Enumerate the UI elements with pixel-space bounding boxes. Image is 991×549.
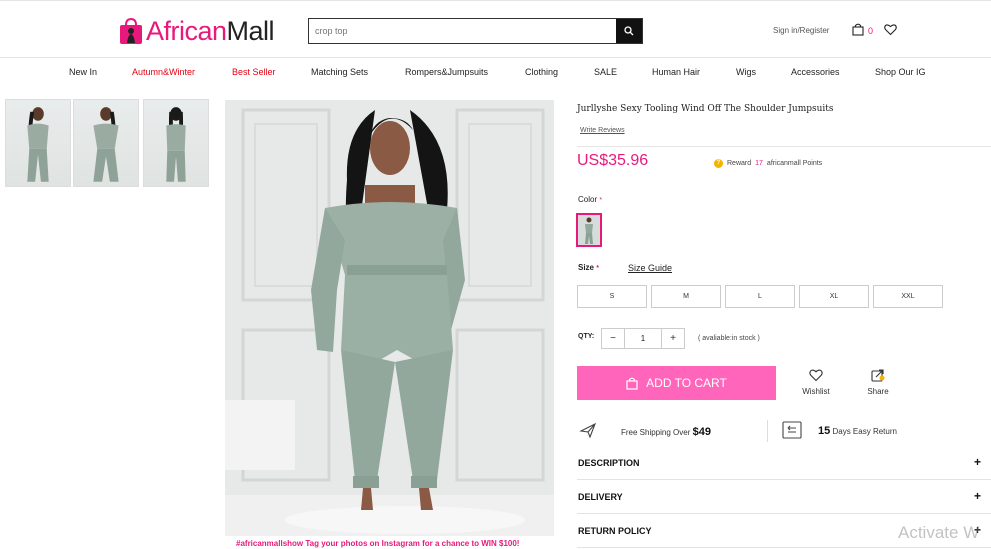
main-nav: New In Autumn&Winter Best Seller Matchin… [0,67,991,81]
qty-input[interactable]: 1 [624,329,662,348]
share-button[interactable]: Share [862,368,894,396]
product-title: Jurllyshe Sexy Tooling Wind Off The Shou… [577,104,834,114]
site-logo[interactable]: AfricanMall [118,14,275,48]
nav-item-sale[interactable]: SALE [594,67,617,77]
windows-activation-watermark: Activate W [898,523,980,542]
return-icon [782,421,802,439]
write-reviews-link[interactable]: Write Reviews [580,127,625,134]
quantity-stepper: − 1 + [601,328,685,349]
gallery-caption: #africanmallshow Tag your photos on Inst… [236,539,520,548]
nav-item-shop-our-ig[interactable]: Shop Our IG [875,67,926,77]
search-input[interactable] [309,19,616,43]
nav-item-autumn-winter[interactable]: Autumn&Winter [132,67,195,77]
plus-icon: + [973,455,981,469]
shipping-divider [767,420,768,442]
qty-increase-button[interactable]: + [662,329,684,348]
share-icon [871,369,885,382]
accordion-description-label: DESCRIPTION [578,458,640,468]
reward-points: 17 [755,160,763,167]
shipping-amount: $49 [692,426,711,438]
nav-divider [0,57,991,58]
plane-icon [579,422,597,439]
stock-status: ( avaliable:in stock ) [698,335,760,342]
logo-text-mall: Mall [226,16,275,46]
nav-item-matching-sets[interactable]: Matching Sets [311,67,368,77]
size-option-m[interactable]: M [651,285,721,308]
accordion-delivery[interactable]: DELIVERY + [577,481,991,514]
color-label: Color * [578,195,603,204]
size-option-xl[interactable]: XL [799,285,869,308]
product-main-image[interactable] [225,100,554,536]
size-option-s[interactable]: S [577,285,647,308]
reward-info: ? Reward 17 africanmall Points [714,159,822,168]
reward-coin-icon: ? [714,159,723,168]
accordion-return-policy-label: RETURN POLICY [578,526,652,536]
title-divider [577,146,991,147]
search-button[interactable] [616,19,642,43]
logo-mark-icon [118,17,144,45]
product-price: US$35.96 [577,152,649,169]
size-label: Size * [578,263,599,272]
nav-item-best-seller[interactable]: Best Seller [232,67,276,77]
nav-item-wigs[interactable]: Wigs [736,67,756,77]
cart-count: 0 [868,26,874,36]
size-option-l[interactable]: L [725,285,795,308]
nav-item-clothing[interactable]: Clothing [525,67,558,77]
search-bar [308,18,643,44]
top-border [0,0,991,3]
return-days: 15 [818,425,831,437]
return-text: Days Easy Return [832,427,897,436]
cart-bag-icon [626,377,638,390]
add-to-cart-button[interactable]: ADD TO CART [577,366,776,400]
product-thumbnail-side[interactable] [73,99,139,187]
product-thumbnail-front[interactable] [5,99,71,187]
nav-item-new-in[interactable]: New In [69,67,97,77]
accordion-delivery-label: DELIVERY [578,492,623,502]
size-guide-link[interactable]: Size Guide [628,263,672,273]
plus-icon: + [973,489,981,503]
shipping-info: Free Shipping Over $49 15 Days Easy Retu… [577,418,991,446]
reward-prefix: Reward [727,160,752,167]
heart-icon [809,369,823,382]
accordion-description[interactable]: DESCRIPTION + [577,447,991,480]
wishlist-label: Wishlist [802,387,830,396]
share-label: Share [867,387,889,396]
qty-label: QTY: [578,333,595,340]
nav-item-human-hair[interactable]: Human Hair [652,67,700,77]
nav-item-rompers-jumpsuits[interactable]: Rompers&Jumpsuits [405,67,488,77]
shopping-bag-icon[interactable] [852,23,864,36]
add-to-cart-label: ADD TO CART [646,376,727,390]
reward-suffix: africanmall Points [766,160,823,167]
nav-item-accessories[interactable]: Accessories [791,67,840,77]
logo-text-african: African [146,16,227,46]
shipping-text: Free Shipping Over [621,428,691,437]
signin-link[interactable]: Sign in/Register [773,26,829,35]
size-option-xxl[interactable]: XXL [873,285,943,308]
qty-decrease-button[interactable]: − [602,329,624,348]
wishlist-heart-icon[interactable] [884,23,897,36]
color-swatch[interactable] [576,213,602,247]
wishlist-button[interactable]: Wishlist [800,368,832,396]
search-icon [624,26,634,36]
product-thumbnail-back[interactable] [143,99,209,187]
